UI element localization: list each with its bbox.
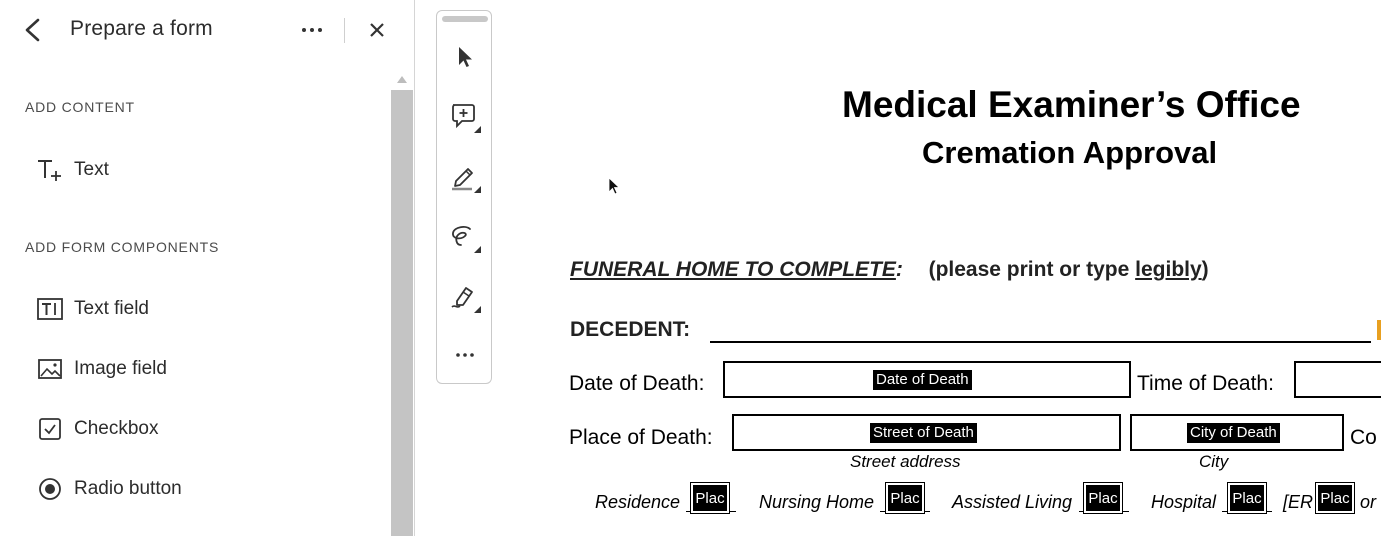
option-er: [ER: [1283, 492, 1314, 512]
decedent-name-line: [710, 341, 1371, 343]
text-field-label: Text field: [74, 298, 149, 319]
radio-button-icon: [36, 475, 64, 503]
pointer-arrow-icon: [459, 47, 472, 67]
image-field-icon: [36, 355, 64, 383]
fill-and-sign-button[interactable]: [445, 277, 485, 317]
date-of-death-field-name: Date of Death: [873, 370, 972, 390]
triangle-up-icon: [397, 76, 407, 83]
street-address-caption: Street address: [850, 452, 961, 471]
print-note-prefix: (please print or type: [928, 258, 1136, 281]
section-add-content: ADD CONTENT: [25, 99, 135, 115]
funeral-home-heading: FUNERAL HOME TO COMPLETE: (please print …: [570, 258, 1209, 282]
panel-title: Prepare a form: [70, 17, 213, 40]
highlight-tool-button[interactable]: [445, 157, 485, 197]
funeral-home-label: FUNERAL HOME TO COMPLETE: [570, 258, 896, 281]
street-of-death-field-name: Street of Death: [870, 423, 977, 443]
header-divider: [344, 18, 345, 43]
radio-button-label: Radio button: [74, 478, 182, 499]
print-note-suffix: ): [1201, 258, 1209, 281]
more-horizontal-icon: [456, 353, 474, 357]
radio-button-item[interactable]: Radio button: [36, 471, 376, 507]
select-tool-button[interactable]: [445, 37, 485, 77]
add-text-label: Text: [74, 159, 109, 180]
chevron-left-icon: [25, 18, 40, 42]
assisted-living-checkbox-field[interactable]: Plac: [1083, 482, 1123, 514]
city-of-death-field-name: City of Death: [1187, 423, 1280, 443]
date-of-death-label: Date of Death:: [569, 372, 705, 395]
mouse-cursor-icon: [608, 177, 622, 197]
image-field-label: Image field: [74, 358, 167, 379]
checkbox-icon: [36, 415, 64, 443]
place-of-death-label: Place of Death:: [569, 426, 713, 449]
document-subtitle: Cremation Approval: [922, 135, 1218, 170]
er-checkbox-field[interactable]: Plac: [1315, 482, 1355, 514]
section-add-form-components: ADD FORM COMPONENTS: [25, 239, 220, 255]
more-horizontal-icon: [302, 28, 322, 32]
quick-tools-toolbar: [436, 10, 492, 384]
checkbox-item[interactable]: Checkbox: [36, 411, 376, 447]
comment-plus-icon: [452, 104, 481, 133]
draw-tool-button[interactable]: [445, 217, 485, 257]
decedent-label: DECEDENT:: [570, 318, 691, 341]
option-residence: Residence: [595, 492, 681, 512]
field-edge-marker: [1377, 320, 1381, 340]
option-or: or: [1360, 492, 1377, 512]
nursing-home-checkbox-field[interactable]: Plac: [885, 482, 925, 514]
pen-sign-icon: [451, 287, 481, 313]
scroll-up-arrow[interactable]: [395, 73, 409, 85]
date-of-death-field[interactable]: Date of Death: [723, 361, 1131, 398]
text-field-item[interactable]: Text field: [36, 291, 376, 327]
toolbar-drag-handle[interactable]: [442, 16, 488, 22]
text-field-icon: [36, 295, 64, 323]
street-of-death-field[interactable]: Street of Death: [732, 414, 1121, 451]
panel-scrollbar[interactable]: [391, 90, 413, 536]
more-options-button[interactable]: [296, 14, 328, 46]
add-comment-button[interactable]: [445, 97, 485, 137]
close-button[interactable]: [362, 14, 392, 46]
city-of-death-field[interactable]: City of Death: [1130, 414, 1344, 451]
funeral-home-colon: :: [895, 258, 903, 281]
option-hospital: Hospital: [1151, 492, 1217, 512]
document-title: Medical Examiner’s Office: [842, 84, 1301, 125]
checkbox-label: Checkbox: [74, 418, 159, 439]
prepare-form-panel: Prepare a form ADD CONTENT Text ADD FORM: [0, 0, 415, 536]
back-button[interactable]: [18, 14, 48, 46]
residence-checkbox-field[interactable]: Plac: [690, 482, 730, 514]
highlighter-icon: [452, 168, 481, 193]
hospital-checkbox-field[interactable]: Plac: [1227, 482, 1267, 514]
print-note-legibly: legibly: [1135, 258, 1202, 281]
freeform-draw-icon: [452, 226, 481, 253]
time-of-death-label: Time of Death:: [1137, 372, 1274, 395]
time-of-death-field[interactable]: [1294, 361, 1381, 398]
option-nursing-home: Nursing Home: [759, 492, 875, 512]
more-tools-button[interactable]: [445, 335, 485, 375]
panel-header: Prepare a form: [0, 0, 414, 62]
city-caption: City: [1199, 452, 1229, 471]
image-field-item[interactable]: Image field: [36, 351, 376, 387]
add-text-icon: [36, 156, 64, 184]
add-text-item[interactable]: Text: [36, 152, 376, 188]
county-label-partial: Co: [1350, 426, 1377, 449]
option-assisted-living: Assisted Living: [952, 492, 1073, 512]
close-icon: [370, 23, 384, 37]
